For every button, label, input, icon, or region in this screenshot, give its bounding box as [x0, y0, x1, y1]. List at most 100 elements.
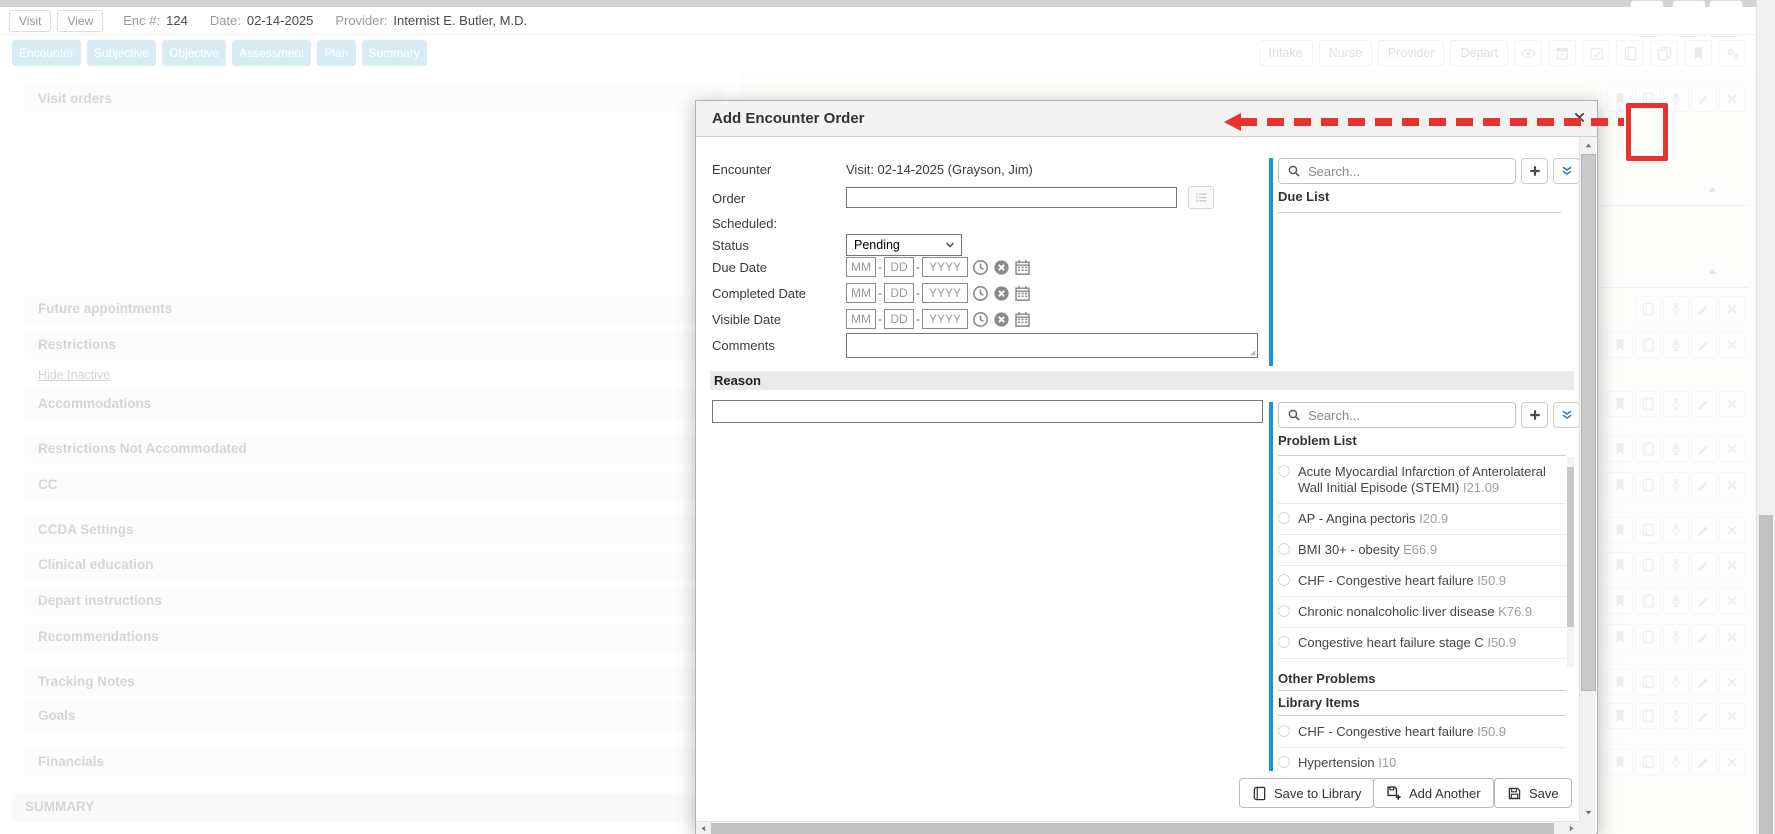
horizontal-scroll-thumb[interactable] — [711, 823, 1554, 834]
add-problem-button[interactable] — [1521, 402, 1548, 428]
calendar-icon[interactable] — [1014, 285, 1031, 302]
radio-button[interactable] — [1278, 512, 1290, 524]
radio-button[interactable] — [1278, 756, 1290, 768]
due-date-day-input[interactable]: DD — [884, 257, 914, 277]
visible-date-day-input[interactable]: DD — [884, 309, 914, 329]
save-to-library-button[interactable]: Save to Library — [1239, 778, 1374, 808]
save-label: Save — [1529, 786, 1559, 801]
provider-label: Provider: — [335, 13, 387, 28]
radio-button[interactable] — [1278, 574, 1290, 586]
date-label: Date: — [210, 13, 241, 28]
problem-list-item[interactable]: Hypertension I10 — [1278, 748, 1566, 779]
completed-date-year-input[interactable]: YYYY — [922, 283, 968, 303]
plus-icon — [1528, 164, 1542, 178]
add-due-item-button[interactable] — [1521, 158, 1548, 184]
problem-label: Hypertension I10 — [1298, 755, 1396, 771]
problem-list: Acute Myocardial Infarction of Anterolat… — [1278, 457, 1566, 667]
problem-list-item[interactable]: CHF - Congestive heart failure I50.9 — [1278, 566, 1566, 597]
problem-list-item[interactable]: Acute Myocardial Infarction of Anterolat… — [1278, 457, 1566, 504]
annotation-arrow — [1240, 118, 1624, 126]
problem-code: I50.9 — [1477, 724, 1506, 739]
date-value: 02-14-2025 — [247, 13, 314, 28]
save-button[interactable]: Save — [1494, 778, 1572, 808]
expand-due-list-button[interactable] — [1553, 158, 1580, 184]
page-scrollbar[interactable] — [1756, 0, 1775, 834]
chevron-double-down-icon — [1560, 408, 1574, 422]
reason-search-input[interactable]: Search... — [1278, 402, 1516, 428]
problem-list-scrollbar[interactable] — [1567, 457, 1574, 667]
problem-list-item[interactable]: AP - Angina pectoris I20.9 — [1278, 504, 1566, 535]
date-separator: - — [878, 260, 882, 274]
clock-icon[interactable] — [972, 311, 989, 328]
clear-date-icon[interactable] — [993, 285, 1010, 302]
chevron-double-down-icon — [1560, 164, 1574, 178]
problem-label: Congestive heart failure stage C I50.9 — [1298, 635, 1516, 651]
problem-list-item[interactable]: Chronic nonalcoholic liver disease K76.9 — [1278, 597, 1566, 628]
completed-date-month-input[interactable]: MM — [846, 283, 876, 303]
problem-list-item[interactable]: CHF - Congestive heart failure I50.9 — [1278, 717, 1566, 748]
problem-label: AP - Angina pectoris I20.9 — [1298, 511, 1448, 527]
date-separator: - — [916, 312, 920, 326]
radio-button[interactable] — [1278, 636, 1290, 648]
visit-tab[interactable]: Visit — [9, 10, 51, 32]
scroll-down-arrow[interactable] — [1580, 804, 1597, 821]
ehr-visit-page: Visit View Enc #: 124 Date: 02-14-2025 P… — [0, 0, 1775, 834]
completed-date-day-input[interactable]: DD — [884, 283, 914, 303]
calendar-icon[interactable] — [1014, 311, 1031, 328]
scroll-left-arrow[interactable] — [696, 822, 710, 834]
divider — [1278, 455, 1566, 456]
problem-code: I21.09 — [1463, 480, 1499, 495]
clear-date-icon[interactable] — [993, 259, 1010, 276]
order-lookup-button[interactable] — [1188, 186, 1214, 209]
due-date-label: Due Date — [712, 260, 846, 275]
clock-icon[interactable] — [972, 259, 989, 276]
add-another-button[interactable]: Add Another — [1373, 778, 1494, 808]
scroll-right-arrow[interactable] — [1564, 822, 1578, 834]
problem-code: K76.9 — [1498, 604, 1532, 619]
search-icon — [1287, 164, 1301, 178]
save-icon — [1507, 786, 1522, 801]
visible-date-row: Visible Date MM- DD- YYYY — [712, 308, 1031, 330]
resize-handle-icon[interactable] — [1246, 346, 1257, 357]
dialog-horizontal-scrollbar[interactable] — [696, 821, 1579, 834]
dialog-vertical-scrollbar[interactable] — [1579, 137, 1596, 821]
search-icon — [1287, 408, 1301, 422]
reason-input[interactable] — [712, 400, 1263, 423]
radio-button[interactable] — [1278, 725, 1290, 737]
status-label: Status — [712, 238, 749, 253]
add-another-label: Add Another — [1409, 786, 1481, 801]
radio-button[interactable] — [1278, 543, 1290, 555]
page-scroll-thumb[interactable] — [1759, 515, 1773, 834]
radio-button[interactable] — [1278, 605, 1290, 617]
date-separator: - — [916, 260, 920, 274]
status-select[interactable]: Pending — [846, 234, 962, 256]
radio-button[interactable] — [1278, 465, 1290, 477]
due-search-input[interactable]: Search... — [1278, 158, 1516, 184]
calendar-icon[interactable] — [1014, 259, 1031, 276]
due-date-month-input[interactable]: MM — [846, 257, 876, 277]
problem-list-item[interactable]: Coronary Atherosclerosis of Native Coron… — [1278, 659, 1566, 667]
top-bar: Visit View Enc #: 124 Date: 02-14-2025 P… — [0, 7, 1756, 35]
scroll-up-arrow[interactable] — [1580, 137, 1597, 154]
visible-date-month-input[interactable]: MM — [846, 309, 876, 329]
problem-code: I50.9 — [1487, 635, 1516, 650]
due-search-row: Search... — [1278, 158, 1580, 184]
reason-title: Reason — [714, 373, 761, 388]
visible-date-year-input[interactable]: YYYY — [922, 309, 968, 329]
provider-value: Internist E. Butler, M.D. — [393, 13, 527, 28]
problem-list-item[interactable]: BMI 30+ - obesity E66.9 — [1278, 535, 1566, 566]
view-tab[interactable]: View — [57, 10, 103, 32]
vertical-scroll-thumb[interactable] — [1581, 154, 1596, 691]
expand-problem-list-button[interactable] — [1553, 402, 1580, 428]
order-input[interactable] — [846, 187, 1177, 208]
comments-textarea[interactable] — [846, 333, 1258, 358]
due-date-year-input[interactable]: YYYY — [922, 257, 968, 277]
clock-icon[interactable] — [972, 285, 989, 302]
problem-code: I50.9 — [1477, 573, 1506, 588]
clear-date-icon[interactable] — [993, 311, 1010, 328]
encounter-info: Enc #: 124 Date: 02-14-2025 Provider: In… — [123, 13, 527, 28]
encounter-value: Visit: 02-14-2025 (Grayson, Jim) — [846, 162, 1033, 177]
annotation-highlight-box — [1626, 103, 1668, 161]
problem-list-item[interactable]: Congestive heart failure stage C I50.9 — [1278, 628, 1566, 659]
problem-list-scroll-thumb[interactable] — [1567, 467, 1574, 627]
